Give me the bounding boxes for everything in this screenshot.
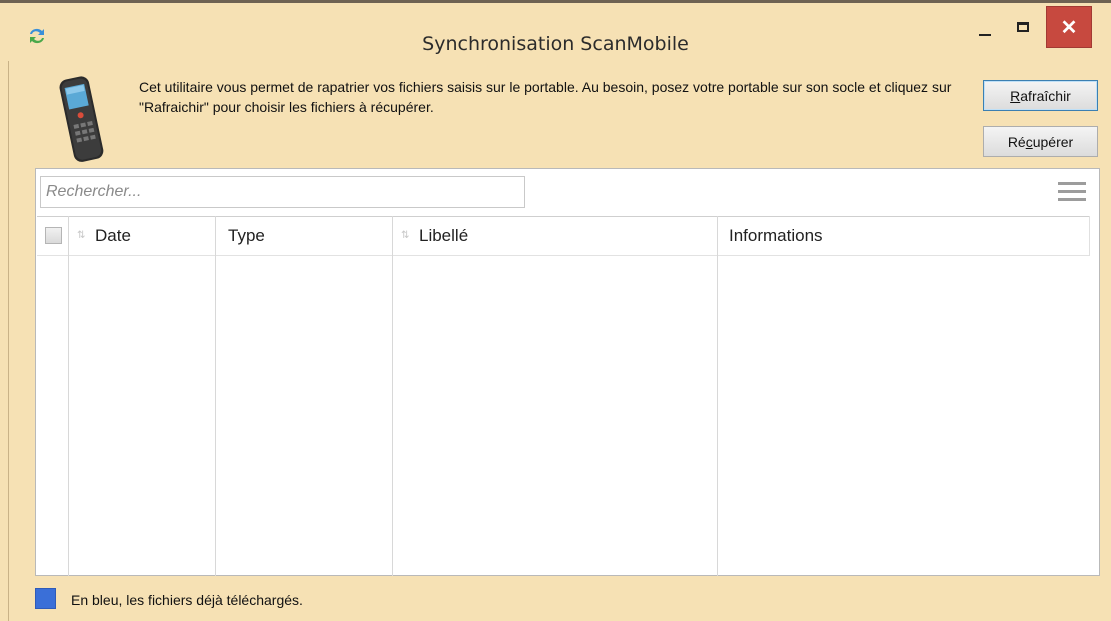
retrieve-label-accel: c [1025,133,1033,150]
column-header-date[interactable]: ⇅ Date [77,217,217,255]
column-header-informations[interactable]: Informations [729,217,1079,255]
hamburger-menu-icon[interactable] [1058,182,1086,204]
retrieve-label-post: upérer [1032,133,1074,150]
table-header: ⇅ Date Type ⇅ Libellé Informations [37,216,1089,256]
header-scroll-gutter [1089,216,1099,256]
column-divider [392,216,393,576]
refresh-label-accel: R [1010,87,1021,104]
column-divider [717,216,718,576]
search-input[interactable]: Rechercher... [40,176,525,208]
column-divider [215,216,216,576]
window-title: Synchronisation ScanMobile [422,33,689,55]
title-bar[interactable]: Synchronisation ScanMobile ✕ [0,3,1111,61]
menu-bar-top [1058,182,1086,185]
column-label-date: Date [95,226,131,245]
minimize-button[interactable] [968,6,1002,48]
left-frame-border [8,61,9,621]
refresh-label-post: afraîchir [1020,87,1071,104]
handheld-scanner-icon [59,76,104,162]
column-divider [68,216,69,576]
close-icon: ✕ [1060,16,1078,39]
column-label-libelle: Libellé [419,226,469,245]
maximize-button[interactable] [1005,6,1041,48]
retrieve-button[interactable]: Ré c upérer [983,126,1098,157]
sort-icon: ⇅ [401,230,410,241]
retrieve-label-pre: Ré [1007,133,1026,150]
legend-blue-swatch [35,588,56,609]
column-header-type[interactable]: Type [228,217,398,255]
column-label-type: Type [228,226,265,245]
legend-text: En bleu, les fichiers déjà téléchargés. [71,592,303,608]
maximize-icon [1017,22,1029,32]
sort-icon: ⇅ [77,230,86,241]
files-grid-panel: Rechercher... ⇅ Date Type ⇅ Libellé Inform… [35,168,1100,576]
minimize-icon [979,34,991,36]
menu-bar-bottom [1058,198,1086,201]
close-button[interactable]: ✕ [1046,6,1092,48]
menu-bar-middle [1058,190,1086,193]
app-window: Synchronisation ScanMobile ✕ Cet utilita… [0,0,1111,621]
column-label-informations: Informations [729,226,823,245]
intro-text: Cet utilitaire vous permet de rapatrier … [139,79,952,115]
refresh-button[interactable]: Rafraîchir [983,80,1098,111]
column-header-libelle[interactable]: ⇅ Libellé [401,217,711,255]
select-all-checkbox[interactable] [45,227,62,244]
